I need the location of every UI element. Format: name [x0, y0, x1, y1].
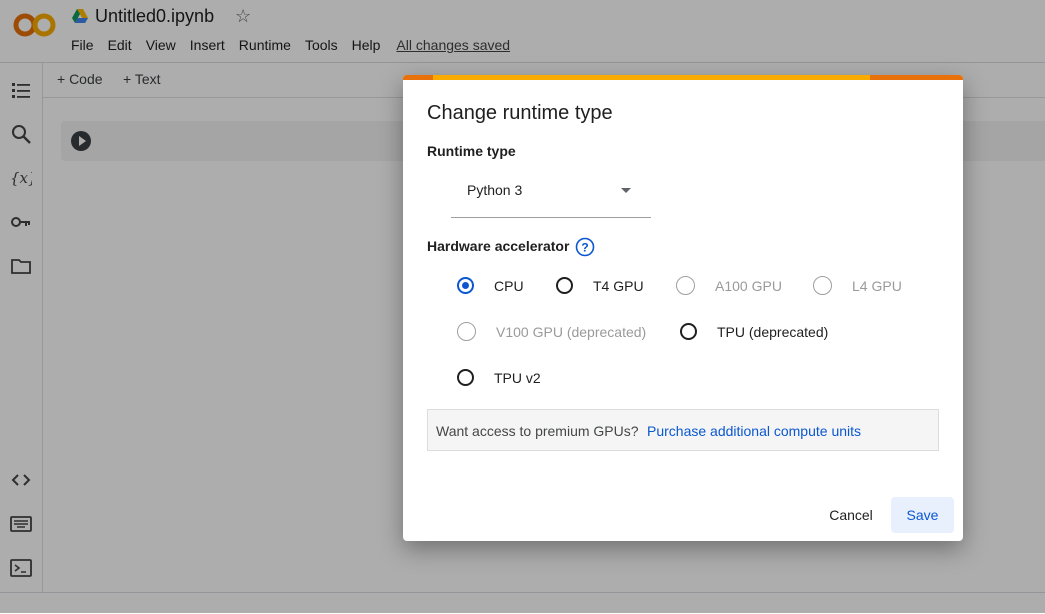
radio-circle — [556, 277, 573, 294]
change-runtime-dialog: Change runtime type Runtime type Python … — [403, 75, 963, 541]
runtime-type-value: Python 3 — [467, 182, 523, 198]
radio-v100-gpu[interactable]: V100 GPU (deprecated) — [457, 322, 646, 341]
radio-tpu-v2[interactable]: TPU v2 — [457, 369, 541, 386]
help-icon[interactable]: ? — [575, 237, 595, 257]
radio-label: V100 GPU (deprecated) — [496, 323, 647, 340]
radio-circle — [676, 276, 695, 295]
radio-circle — [457, 322, 476, 341]
radio-label: T4 GPU — [593, 277, 644, 294]
radio-circle — [457, 277, 474, 294]
dialog-title: Change runtime type — [427, 102, 613, 124]
radio-circle — [457, 369, 474, 386]
premium-gpu-banner: Want access to premium GPUs? Purchase ad… — [427, 409, 939, 451]
radio-label: CPU — [494, 277, 524, 294]
radio-circle — [813, 276, 832, 295]
purchase-compute-link[interactable]: Purchase additional compute units — [647, 423, 861, 439]
radio-label: A100 GPU — [715, 277, 782, 294]
radio-cpu[interactable]: CPU — [457, 277, 524, 294]
cancel-button[interactable]: Cancel — [819, 497, 883, 533]
radio-label: L4 GPU — [852, 277, 902, 294]
runtime-type-label: Runtime type — [427, 143, 516, 159]
radio-tpu-deprecated[interactable]: TPU (deprecated) — [680, 323, 828, 340]
loading-bar — [403, 75, 963, 80]
dropdown-caret-icon — [621, 188, 631, 193]
save-button[interactable]: Save — [891, 497, 954, 533]
radio-a100-gpu[interactable]: A100 GPU — [676, 276, 782, 295]
svg-text:?: ? — [581, 241, 588, 255]
radio-t4-gpu[interactable]: T4 GPU — [556, 277, 644, 294]
hardware-accelerator-label: Hardware accelerator — [427, 238, 570, 254]
runtime-type-select[interactable]: Python 3 — [451, 173, 651, 218]
banner-text: Want access to premium GPUs? — [436, 423, 639, 439]
radio-label: TPU v2 — [494, 369, 541, 386]
radio-l4-gpu[interactable]: L4 GPU — [813, 276, 902, 295]
radio-circle — [680, 323, 697, 340]
radio-label: TPU (deprecated) — [717, 323, 829, 340]
